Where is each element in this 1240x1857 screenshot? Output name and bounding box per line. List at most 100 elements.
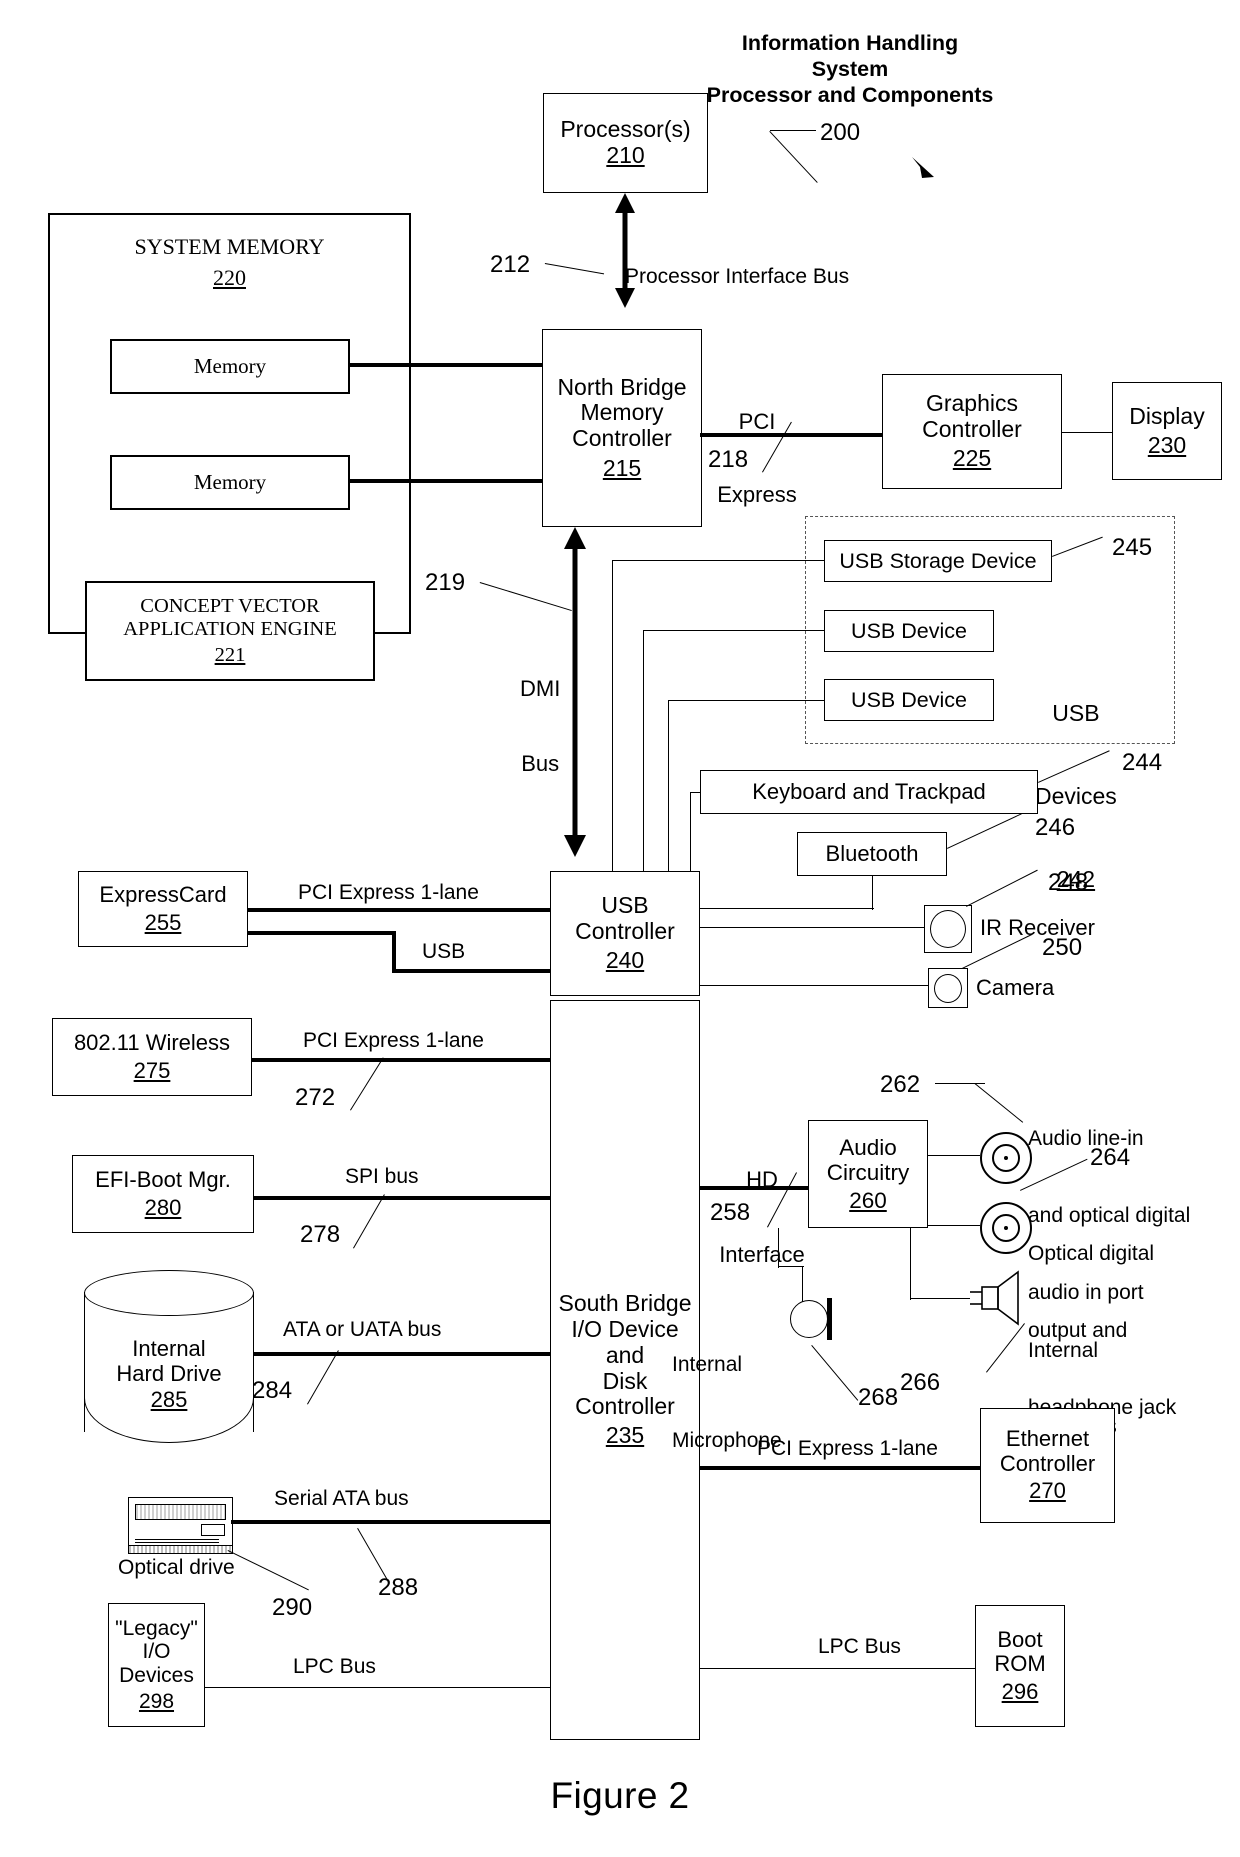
usb-devices-group-label: USB Devices 242 — [1035, 645, 1117, 949]
ethernet-controller-num: 270 — [1029, 1478, 1066, 1504]
ref-212: 212 — [490, 251, 531, 278]
usb-device-block-1: USB Device — [824, 610, 994, 652]
memory-2-bus — [350, 479, 542, 483]
efi-boot-mgr-block: EFI-Boot Mgr. 280 — [72, 1155, 254, 1233]
audio-circuitry-num: 260 — [849, 1188, 887, 1214]
pci-express-graphics-bus — [700, 433, 885, 437]
lpc-bus-right-line — [700, 1668, 975, 1670]
memory-block-2: Memory — [110, 455, 350, 510]
pci-express-ethernet-label: PCI Express 1-lane — [757, 1437, 938, 1460]
optical-drive-label: Optical drive — [118, 1556, 235, 1579]
dmi-bus-arrow — [564, 527, 586, 857]
ref-262: 262 — [880, 1071, 921, 1098]
audio-line-in-jack-inner-icon — [992, 1144, 1020, 1172]
ref-284-leader — [307, 1350, 340, 1405]
optical-drive-icon — [128, 1497, 233, 1554]
expresscard-usb-bus-h2 — [392, 969, 550, 973]
serial-ata-bus-label: Serial ATA bus — [274, 1487, 409, 1510]
ref-200: 200 — [820, 119, 861, 146]
north-bridge-block: North Bridge Memory Controller 215 — [542, 329, 702, 527]
usb-device-1-link-v — [643, 630, 645, 880]
expresscard-usb-bus-h1 — [248, 931, 396, 935]
ref-262-leader-diag — [974, 1083, 1024, 1124]
dmi-line-2: Bus — [521, 751, 560, 777]
graphics-controller-block: Graphics Controller 225 — [882, 374, 1062, 489]
processor-block: Processor(s) 210 — [543, 93, 708, 193]
ref-278-leader — [353, 1194, 386, 1249]
south-bridge-num: 235 — [605, 1422, 645, 1448]
system-memory-block: SYSTEM MEMORY 220 — [48, 213, 411, 634]
concept-vector-application-engine-block: CONCEPT VECTOR APPLICATION ENGINE 221 — [85, 581, 375, 681]
hd-interface-bus — [700, 1186, 808, 1190]
ref-200-leader-diag — [769, 131, 818, 184]
system-memory-num: 220 — [213, 264, 246, 290]
optical-output-jack-inner-icon — [992, 1214, 1020, 1242]
usb-device-2-label: USB Device — [851, 687, 967, 712]
audio-circuitry-line-1: Audio — [839, 1134, 897, 1160]
south-bridge-line-4: Disk — [602, 1367, 648, 1394]
wireless-label: 802.11 Wireless — [73, 1029, 231, 1055]
south-bridge-line-3: and — [605, 1341, 645, 1368]
ref-212-leader — [544, 263, 605, 275]
ref-264: 264 — [1090, 1144, 1131, 1171]
usb-expresscard-label: USB — [422, 940, 466, 963]
ref-248-leader — [966, 869, 1038, 908]
optical-output-link — [928, 1225, 980, 1227]
ref-272: 272 — [295, 1084, 336, 1111]
ata-bus-label: ATA or UATA bus — [283, 1318, 442, 1341]
memory-block-1: Memory — [110, 339, 350, 394]
patent-figure-page: Information Handling System Processor an… — [0, 0, 1240, 1857]
ir-receiver-icon — [924, 905, 972, 953]
south-bridge-line-2: I/O Device — [571, 1316, 679, 1342]
spi-bus-line — [254, 1196, 550, 1200]
ref-284: 284 — [252, 1377, 293, 1404]
bluetooth-link-v1 — [872, 876, 874, 910]
usb-devices-line-2: Devices — [1035, 782, 1117, 809]
serial-ata-bus-line — [231, 1520, 550, 1524]
wireless-num: 275 — [133, 1057, 171, 1083]
north-bridge-num: 215 — [602, 454, 642, 481]
graphics-controller-line-1: Graphics — [925, 390, 1019, 417]
ethernet-controller-block: Ethernet Controller 270 — [980, 1408, 1115, 1523]
concept-engine-line-1: CONCEPT VECTOR — [140, 595, 320, 618]
keyboard-trackpad-label: Keyboard and Trackpad — [752, 778, 986, 804]
speaker-link-h — [910, 1298, 970, 1300]
usb-storage-device-block: USB Storage Device — [824, 540, 1052, 582]
lpc-bus-right-label: LPC Bus — [818, 1635, 901, 1658]
optical-output-line-1: Optical digital — [1028, 1242, 1155, 1266]
ref-218: 218 — [708, 446, 749, 473]
ethernet-controller-line-1: Ethernet — [1005, 1426, 1090, 1452]
legacy-io-line-1: "Legacy" — [115, 1616, 198, 1640]
efi-boot-mgr-label: EFI-Boot Mgr. — [95, 1166, 231, 1192]
dmi-bus-label: DMI Bus — [520, 625, 560, 827]
usb-controller-line-2: Controller — [575, 918, 675, 945]
lpc-bus-left-label: LPC Bus — [293, 1655, 376, 1678]
processor-num: 210 — [606, 142, 645, 168]
expresscard-block: ExpressCard 255 — [78, 871, 248, 947]
system-memory-label: SYSTEM MEMORY — [134, 234, 325, 259]
memory-2-label: Memory — [193, 469, 267, 494]
concept-engine-num: 221 — [214, 643, 246, 666]
audio-circuitry-line-2: Circuitry — [826, 1159, 910, 1185]
expresscard-usb-bus-v — [392, 931, 396, 973]
ref-200-leader — [770, 130, 816, 132]
keyboard-trackpad-block: Keyboard and Trackpad — [700, 770, 1038, 814]
wireless-pcie-bus — [252, 1058, 550, 1062]
usb-storage-link-v — [612, 560, 614, 880]
processor-label: Processor(s) — [560, 116, 691, 143]
processor-interface-bus-label: Processor Interface Bus — [625, 265, 850, 288]
usb-device-block-2: USB Device — [824, 679, 994, 721]
ref-266-leader — [986, 1323, 1026, 1373]
usb-controller-num: 240 — [605, 946, 645, 973]
usb-controller-block: USB Controller 240 — [550, 871, 700, 996]
expresscard-pcie-bus — [248, 908, 550, 912]
ref-248: 248 — [1048, 869, 1089, 896]
bluetooth-label: Bluetooth — [825, 840, 919, 866]
internal-microphone-line-1: Internal — [672, 1353, 743, 1377]
usb-storage-device-label: USB Storage Device — [839, 548, 1037, 573]
camera-label: Camera — [976, 975, 1055, 1000]
north-bridge-line-2: Memory — [580, 399, 664, 426]
ref-290-leader — [227, 1550, 309, 1591]
figure-caption: Figure 2 — [550, 1775, 690, 1816]
display-block: Display 230 — [1112, 382, 1222, 480]
